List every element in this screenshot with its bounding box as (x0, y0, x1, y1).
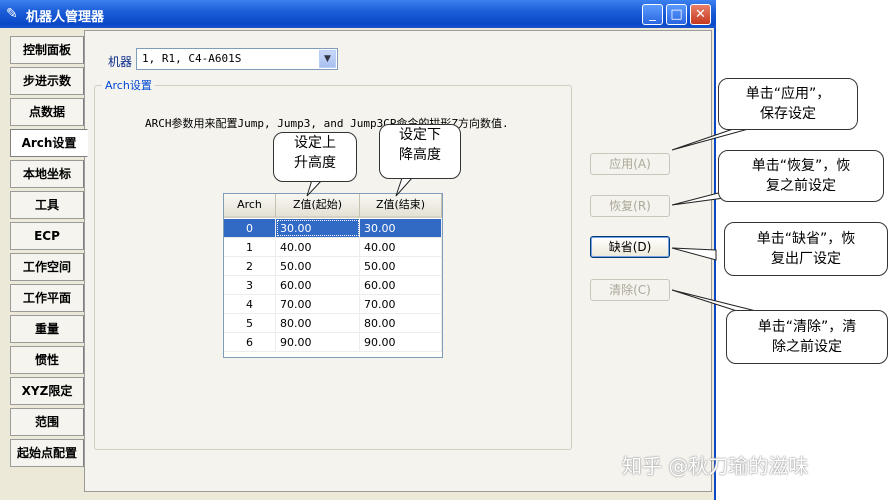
column-header-z-end[interactable]: Z值(结束) (360, 194, 442, 218)
arch-index-cell: 3 (224, 276, 276, 295)
callout-apply: 单击“应用”， 保存设定 (718, 78, 858, 130)
callout-line: 单击“清除”，清 (757, 319, 857, 335)
sidebar-item-workspace[interactable]: 工作空间 (10, 253, 84, 281)
sidebar-item-xyz-limits[interactable]: XYZ限定 (10, 377, 84, 405)
table-row[interactable]: 0 30.00 30.00 (224, 219, 442, 238)
maximize-icon: □ (670, 7, 683, 22)
callout-line: 单击“缺省”，恢 (756, 231, 856, 247)
column-header-arch[interactable]: Arch (224, 194, 276, 218)
sidebar-item-range[interactable]: 范围 (10, 408, 84, 436)
sidebar-item-weight[interactable]: 重量 (10, 315, 84, 343)
sidebar-item-local[interactable]: 本地坐标 (10, 160, 84, 188)
z-start-cell[interactable]: 40.00 (276, 238, 360, 257)
z-start-cell[interactable]: 90.00 (276, 333, 360, 352)
callout-line: 复之前设定 (766, 178, 836, 194)
default-button[interactable]: 缺省(D) (590, 236, 670, 258)
table-row[interactable]: 5 80.00 80.00 (224, 314, 442, 333)
apply-button[interactable]: 应用(A) (590, 153, 670, 175)
z-start-cell[interactable]: 80.00 (276, 314, 360, 333)
robot-select-value: 1, R1, C4-A601S (142, 52, 242, 65)
sidebar-item-home-config[interactable]: 起始点配置 (10, 439, 84, 467)
z-end-cell[interactable]: 60.00 (360, 276, 442, 295)
arch-index-cell: 1 (224, 238, 276, 257)
arch-table[interactable]: Arch Z值(起始) Z值(结束) 0 30.00 30.00 1 40.00… (223, 193, 443, 358)
robot-select[interactable]: 1, R1, C4-A601S ▼ (136, 48, 338, 70)
callout-line: 升高度 (294, 155, 336, 171)
robot-arm-icon: ✎ (6, 6, 18, 22)
sidebar-item-arch[interactable]: Arch设置 (10, 129, 88, 157)
z-end-cell[interactable]: 70.00 (360, 295, 442, 314)
minimize-button[interactable]: _ (642, 4, 663, 25)
z-start-cell[interactable]: 70.00 (276, 295, 360, 314)
watermark: 知乎 @秋刀瑜的滋味 (622, 454, 809, 478)
z-end-cell[interactable]: 80.00 (360, 314, 442, 333)
arch-index-cell: 4 (224, 295, 276, 314)
minimize-icon: _ (649, 7, 656, 22)
close-icon: ✕ (695, 7, 706, 22)
callout-fall-height: 设定下 降高度 (379, 124, 461, 179)
group-title: Arch设置 (102, 77, 155, 93)
callout-line: 单击“应用”， (745, 86, 831, 102)
table-row[interactable]: 2 50.00 50.00 (224, 257, 442, 276)
arch-index-cell: 6 (224, 333, 276, 352)
focus-outline (277, 220, 359, 236)
callout-rise-height: 设定上 升高度 (273, 132, 357, 182)
robot-label: 机器 (108, 55, 133, 69)
callout-line: 除之前设定 (772, 339, 842, 355)
z-start-cell[interactable]: 50.00 (276, 257, 360, 276)
title-bar[interactable]: ✎ 机器人管理器 _ □ ✕ (0, 0, 716, 28)
table-row[interactable]: 3 60.00 60.00 (224, 276, 442, 295)
z-end-cell[interactable]: 40.00 (360, 238, 442, 257)
z-end-cell[interactable]: 50.00 (360, 257, 442, 276)
callout-line: 设定下 (399, 127, 441, 143)
z-end-cell[interactable]: 90.00 (360, 333, 442, 352)
callout-line: 降高度 (399, 147, 441, 163)
arch-index-cell: 2 (224, 257, 276, 276)
close-button[interactable]: ✕ (690, 4, 711, 25)
maximize-button[interactable]: □ (666, 4, 687, 25)
callout-default: 单击“缺省”，恢 复出厂设定 (724, 222, 888, 276)
chevron-down-icon[interactable]: ▼ (319, 50, 336, 68)
sidebar-item-ecp[interactable]: ECP (10, 222, 84, 250)
clear-button[interactable]: 清除(C) (590, 279, 670, 301)
sidebar-item-tool[interactable]: 工具 (10, 191, 84, 219)
sidebar-item-jog-teach[interactable]: 步进示数 (10, 67, 84, 95)
callout-line: 设定上 (294, 135, 336, 151)
sidebar-item-points[interactable]: 点数据 (10, 98, 84, 126)
arch-index-cell: 5 (224, 314, 276, 333)
z-start-cell[interactable]: 60.00 (276, 276, 360, 295)
window-border (714, 28, 716, 500)
callout-line: 单击“恢复”，恢 (751, 158, 851, 174)
window-title: 机器人管理器 (26, 10, 105, 25)
callout-restore: 单击“恢复”，恢 复之前设定 (718, 150, 884, 202)
callout-clear: 单击“清除”，清 除之前设定 (726, 310, 888, 364)
sidebar-item-control-panel[interactable]: 控制面板 (10, 36, 84, 64)
callout-line: 保存设定 (760, 106, 816, 122)
sidebar-item-work-plane[interactable]: 工作平面 (10, 284, 84, 312)
table-row[interactable]: 6 90.00 90.00 (224, 333, 442, 352)
table-row[interactable]: 1 40.00 40.00 (224, 238, 442, 257)
column-header-z-start[interactable]: Z值(起始) (276, 194, 360, 218)
z-end-cell[interactable]: 30.00 (360, 219, 442, 238)
arch-index-cell: 0 (224, 219, 276, 238)
callout-line: 复出厂设定 (771, 251, 841, 267)
restore-button[interactable]: 恢复(R) (590, 195, 670, 217)
table-row[interactable]: 4 70.00 70.00 (224, 295, 442, 314)
sidebar-item-inertia[interactable]: 惯性 (10, 346, 84, 374)
